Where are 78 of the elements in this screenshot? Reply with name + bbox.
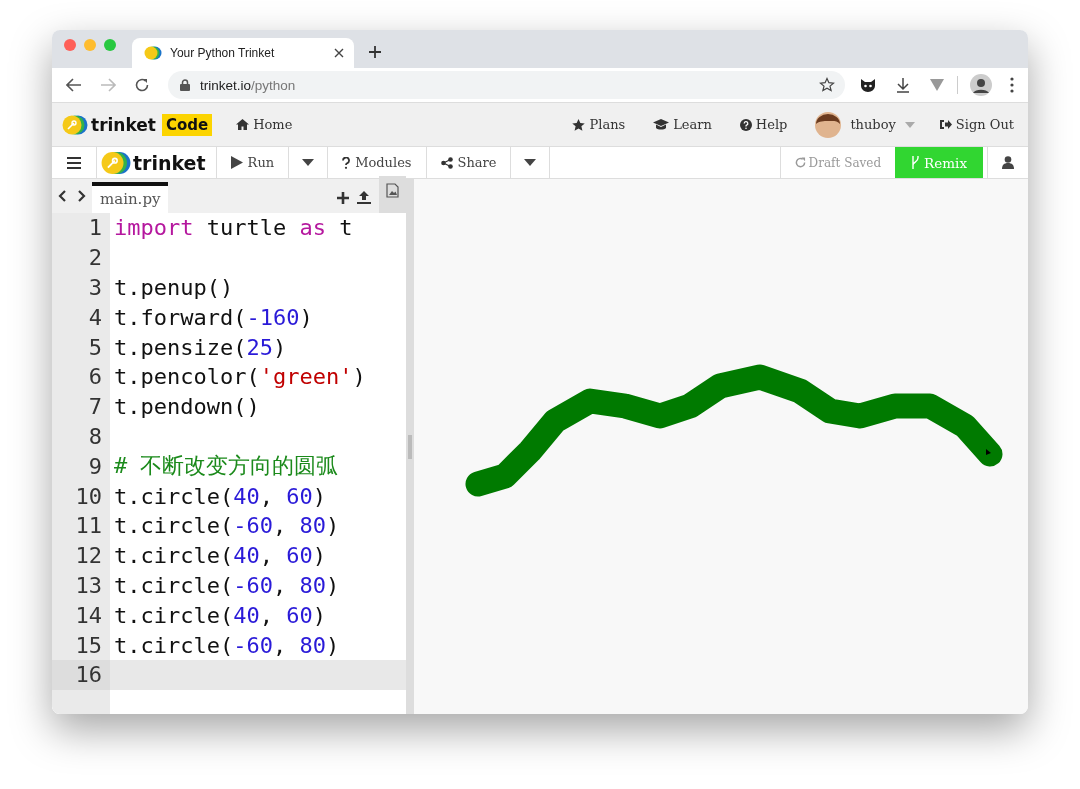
file-tab[interactable]: main.py <box>92 182 169 213</box>
code-line: t.pencolor('green') <box>113 364 366 390</box>
line-number: 12 <box>52 540 110 571</box>
code-line: t.circle(40, 60) <box>113 543 326 569</box>
new-tab-icon[interactable] <box>368 45 382 59</box>
code-line: t.circle(-60, 80) <box>113 632 340 658</box>
image-file-icon <box>386 183 399 198</box>
add-file-icon[interactable] <box>337 192 349 204</box>
refresh-icon <box>794 157 806 168</box>
code-line: # 不断改变方向的圆弧 <box>113 452 339 481</box>
nav-link[interactable]: Plans <box>572 117 626 132</box>
play-icon <box>230 156 243 169</box>
nav-link[interactable]: Help <box>739 117 788 132</box>
cat-icon[interactable] <box>859 77 877 93</box>
code-line: t.circle(40, 60) <box>113 483 326 509</box>
line-number: 8 <box>52 421 110 452</box>
share-icon <box>440 156 453 169</box>
profile-avatar[interactable] <box>970 74 992 96</box>
address-field[interactable]: trinket.io/python <box>168 71 845 99</box>
code-badge: Code <box>161 113 213 136</box>
trinket-logo-icon <box>144 46 162 60</box>
trinket-logo-icon <box>62 114 88 135</box>
browser-tab[interactable]: Your Python Trinket <box>132 38 354 68</box>
user-icon[interactable] <box>1002 156 1014 169</box>
line-number: 10 <box>52 481 110 511</box>
line-number: 9 <box>52 451 110 482</box>
back-icon[interactable] <box>66 78 82 92</box>
code-line: t.pensize(25) <box>113 334 287 360</box>
line-number: 2 <box>52 242 110 273</box>
code-line: t.circle(-60, 80) <box>113 513 340 539</box>
lock-icon <box>180 79 190 91</box>
user-avatar <box>815 111 842 138</box>
brand-name[interactable]: trinket <box>133 151 206 174</box>
line-number: 6 <box>52 362 110 392</box>
code-line: t.forward(-160) <box>113 304 313 330</box>
nav-link[interactable]: Learn <box>653 117 712 132</box>
line-number-gutter <box>52 689 110 714</box>
home-icon <box>236 119 250 130</box>
line-number: 16 <box>52 659 110 690</box>
trinket-logo-icon <box>101 150 131 175</box>
download-icon[interactable] <box>895 77 911 93</box>
reload-icon[interactable] <box>134 77 150 93</box>
more-icon[interactable] <box>1010 77 1014 93</box>
menu-icon[interactable] <box>67 156 81 169</box>
upload-icon[interactable] <box>357 191 371 204</box>
line-number: 7 <box>52 391 110 422</box>
triangle-icon[interactable] <box>929 78 945 92</box>
caret-icon <box>904 121 915 128</box>
sign-out-link[interactable]: Sign Out <box>938 117 1014 132</box>
line-number: 15 <box>52 630 110 660</box>
code-line: t.circle(-60, 80) <box>113 572 340 598</box>
graduation-cap-icon <box>653 119 670 130</box>
help-icon <box>739 118 752 131</box>
code-line: t.penup() <box>113 275 234 300</box>
code-line: t.pendown() <box>113 394 260 420</box>
close-tab-icon[interactable] <box>334 48 344 58</box>
draft-saved-status: Draft Saved <box>780 147 896 178</box>
caret-icon <box>524 159 537 166</box>
sign-out-icon <box>938 119 952 130</box>
line-number: 4 <box>52 302 110 333</box>
question-icon <box>342 156 351 169</box>
nav-link[interactable]: Home <box>236 117 293 132</box>
caret-icon <box>302 159 315 166</box>
user-menu[interactable]: thuboy <box>815 111 915 138</box>
code-line: t.circle(40, 60) <box>113 602 326 628</box>
line-number: 13 <box>52 570 110 601</box>
line-number: 1 <box>52 213 110 243</box>
line-number: 11 <box>52 510 110 541</box>
line-number: 5 <box>52 332 110 362</box>
code-line: import turtle as t <box>113 215 353 241</box>
line-number: 3 <box>52 272 110 303</box>
fork-icon <box>911 156 921 169</box>
star-icon <box>572 118 586 131</box>
image-files-button[interactable] <box>379 176 406 213</box>
bookmark-star-icon[interactable] <box>819 77 835 93</box>
code-arrows-icon[interactable] <box>58 190 86 202</box>
brand-name[interactable]: trinket <box>91 114 156 135</box>
line-number: 14 <box>52 600 110 631</box>
